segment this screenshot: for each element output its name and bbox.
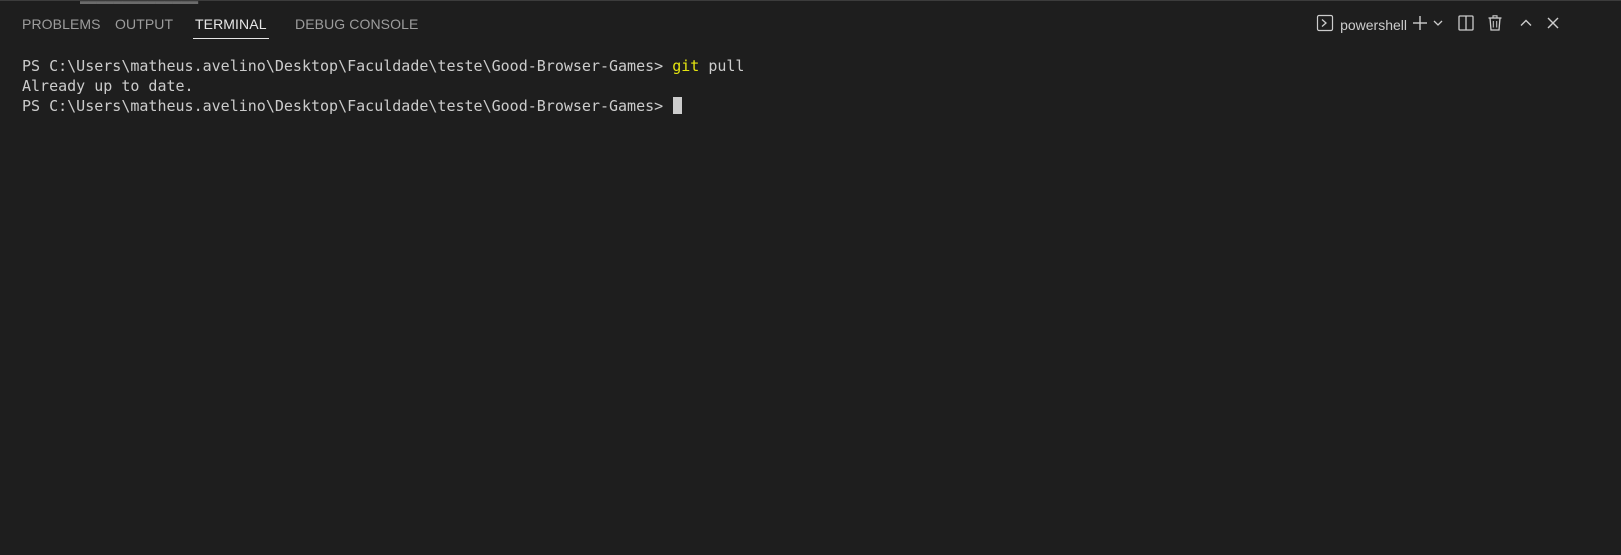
plus-icon (1411, 14, 1429, 37)
terminal-line: PS C:\Users\matheus.avelino\Desktop\Facu… (22, 96, 744, 116)
trash-icon (1486, 14, 1504, 37)
terminal-command: git (672, 57, 700, 75)
terminal-cursor (673, 97, 683, 114)
tab-debug-console[interactable]: DEBUG CONSOLE (295, 16, 418, 32)
tab-problems[interactable]: PROBLEMS (22, 16, 101, 32)
terminal-command-args: pull (699, 57, 745, 75)
terminal-output-text: Already up to date. (22, 77, 194, 95)
tab-terminal[interactable]: TERMINAL (193, 16, 269, 39)
terminal-shell-name: powershell (1340, 17, 1407, 33)
close-panel-button[interactable] (1543, 11, 1563, 39)
kill-terminal-button[interactable] (1485, 11, 1505, 39)
split-icon (1457, 14, 1475, 37)
terminal-panel: ▄▄▄▄▄▄▄▄▄▄▄▄▄▄ PROBLEMS OUTPUT TERMINAL … (0, 0, 1621, 555)
terminal-prompt: PS C:\Users\matheus.avelino\Desktop\Facu… (22, 57, 673, 75)
terminal-selector[interactable]: powershell (1316, 11, 1407, 39)
terminal-dropdown-button[interactable] (1431, 11, 1445, 39)
terminal-line: Already up to date. (22, 76, 744, 96)
terminal-output[interactable]: PS C:\Users\matheus.avelino\Desktop\Facu… (22, 56, 744, 116)
tab-output[interactable]: OUTPUT (115, 16, 173, 32)
terminal-prompt: PS C:\Users\matheus.avelino\Desktop\Facu… (22, 97, 673, 115)
terminal-icon (1316, 14, 1334, 37)
split-terminal-button[interactable] (1456, 11, 1476, 39)
close-icon (1545, 15, 1561, 36)
new-terminal-button[interactable] (1411, 11, 1429, 39)
chevron-up-icon (1518, 15, 1534, 36)
chevron-down-icon (1432, 16, 1444, 34)
terminal-line: PS C:\Users\matheus.avelino\Desktop\Facu… (22, 56, 744, 76)
maximize-panel-button[interactable] (1516, 11, 1536, 39)
panel-tab-bar: PROBLEMS OUTPUT TERMINAL DEBUG CONSOLE p… (0, 1, 1621, 47)
